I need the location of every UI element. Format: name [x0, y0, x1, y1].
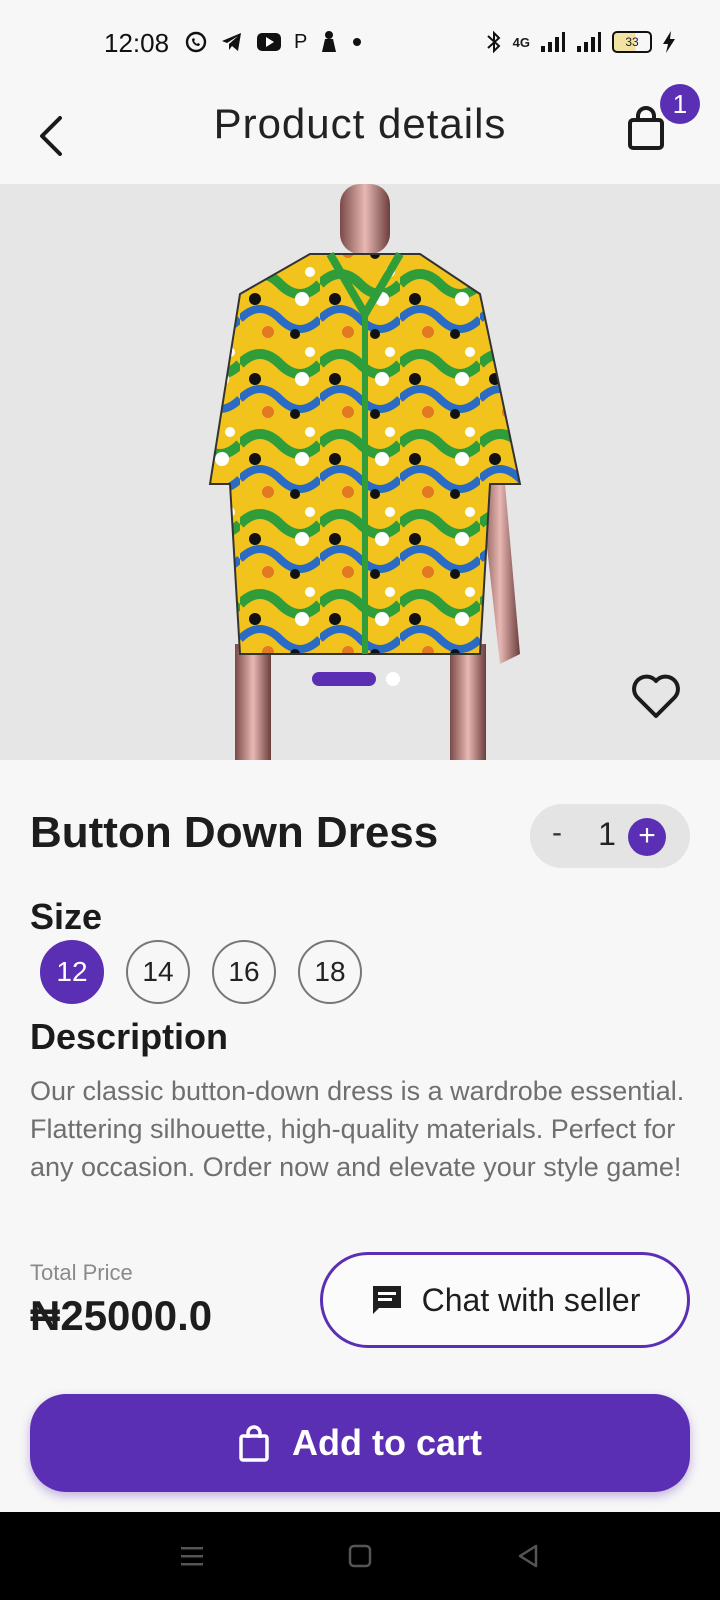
shopping-bag-icon	[239, 1425, 269, 1462]
size-option-18[interactable]: 18	[298, 940, 362, 1004]
battery-icon: 33	[612, 31, 652, 53]
youtube-icon	[257, 33, 281, 51]
system-nav-bar	[0, 1512, 720, 1600]
system-icons: 4G 33	[485, 30, 676, 54]
charging-icon	[663, 31, 675, 53]
notification-icons: P	[184, 30, 363, 54]
status-bar: 12:08 P 4G 33	[0, 0, 720, 90]
chat-icon	[372, 1286, 401, 1314]
shopping-bag-icon	[628, 106, 664, 150]
size-option-14[interactable]: 14	[126, 940, 190, 1004]
app-bar: Product details	[0, 90, 720, 184]
heart-icon	[632, 674, 680, 718]
cart-count-badge: 1	[660, 84, 700, 124]
description-text: Our classic button-down dress is a wardr…	[30, 1076, 685, 1182]
total-price-label: Total Price	[30, 1260, 133, 1285]
total-price: ₦25000.0	[30, 1292, 213, 1339]
signal-icon-2	[577, 32, 601, 52]
add-to-cart-label: Add to cart	[291, 1422, 482, 1463]
signal-icon	[541, 32, 565, 52]
carousel-dot[interactable]	[386, 672, 400, 686]
add-to-cart-button[interactable]: Add to cart	[30, 1394, 690, 1492]
person-icon	[322, 31, 337, 52]
description-heading: Description	[30, 1016, 229, 1057]
status-time: 12:08	[104, 28, 170, 58]
battery-level: 33	[625, 35, 639, 49]
chat-with-seller-button[interactable]: Chat with seller	[320, 1252, 690, 1348]
whatsapp-icon	[185, 31, 207, 53]
page-title: Product details	[213, 100, 507, 147]
chat-button-label: Chat with seller	[421, 1281, 641, 1318]
telegram-icon	[222, 33, 241, 51]
size-option-16[interactable]: 16	[212, 940, 276, 1004]
network-type: 4G	[512, 34, 530, 50]
size-heading: Size	[30, 896, 103, 937]
quantity-value: 1	[598, 816, 616, 852]
favorite-button[interactable]	[628, 668, 684, 724]
increase-quantity-button[interactable]: +	[628, 818, 666, 856]
dot-icon	[353, 38, 362, 46]
p-icon: P	[294, 30, 308, 53]
bluetooth-icon	[486, 30, 501, 54]
carousel-indicator	[312, 672, 400, 686]
home-icon[interactable]	[346, 1542, 374, 1570]
menu-icon[interactable]	[178, 1542, 206, 1570]
quantity-stepper: - 1 +	[530, 804, 690, 868]
back-nav-icon[interactable]	[514, 1542, 542, 1570]
decrease-quantity-button[interactable]: -	[552, 816, 562, 850]
size-options: 12 14 16 18	[40, 940, 362, 1004]
size-option-12[interactable]: 12	[40, 940, 104, 1004]
product-name: Button Down Dress	[30, 808, 439, 857]
carousel-dot-active[interactable]	[312, 672, 376, 686]
